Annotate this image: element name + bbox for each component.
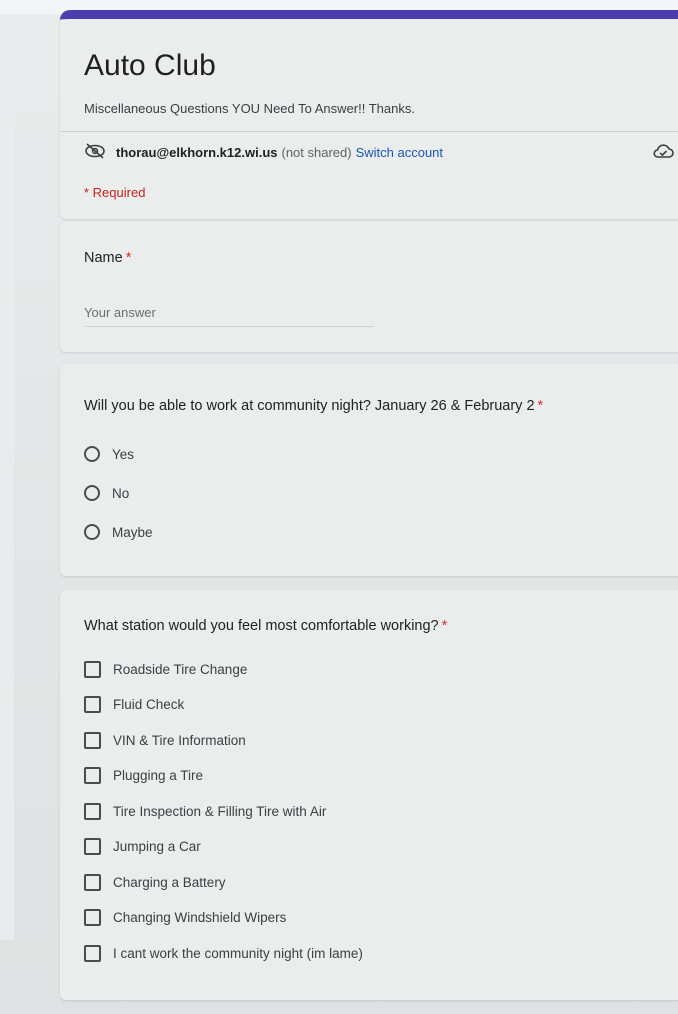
question-card-availability: Will you be able to work at community ni… [60,364,678,576]
question-title-name: Name * [84,250,131,266]
option-label: I cant work the community night (im lame… [113,946,363,961]
radio-button[interactable] [84,446,100,462]
required-star: * [441,618,448,634]
option-label: VIN & Tire Information [113,733,246,748]
required-star: * [537,398,544,414]
checkbox[interactable] [84,767,101,784]
form-header-card: Auto Club Miscellaneous Questions YOU Ne… [60,10,678,219]
option-label: Fluid Check [113,697,185,712]
checkbox-option-tire-inspection[interactable]: Tire Inspection & Filling Tire with Air [84,803,326,820]
required-star: * [125,250,132,266]
name-input[interactable] [84,298,374,327]
checkbox-option-charging-battery[interactable]: Charging a Battery [84,874,226,891]
account-row: thorau@elkhorn.k12.wi.us (not shared) Sw… [84,143,443,162]
form-description: Miscellaneous Questions YOU Need To Answ… [84,101,415,116]
checkbox-option-roadside-tire-change[interactable]: Roadside Tire Change [84,661,247,678]
option-label: Roadside Tire Change [113,662,248,677]
option-label: Charging a Battery [113,875,226,890]
radio-button[interactable] [84,524,100,540]
checkbox[interactable] [84,732,101,749]
option-label: No [112,485,130,501]
radio-option-maybe[interactable]: Maybe [84,524,153,540]
question-label: Name [84,250,123,266]
option-label: Jumping a Car [113,839,201,854]
checkbox[interactable] [84,838,101,855]
question-label: Will you be able to work at community ni… [84,398,535,414]
question-title-availability: Will you be able to work at community ni… [84,398,543,414]
checkbox[interactable] [84,661,101,678]
checkbox[interactable] [84,803,101,820]
checkbox-option-cant-work[interactable]: I cant work the community night (im lame… [84,945,363,962]
not-shared-label: (not shared) [281,145,352,160]
checkbox-option-windshield-wipers[interactable]: Changing Windshield Wipers [84,909,286,926]
option-label: Yes [112,446,135,462]
option-label: Maybe [112,524,153,540]
checkbox[interactable] [84,945,101,962]
option-label: Plugging a Tire [113,768,204,783]
question-title-station: What station would you feel most comfort… [84,618,447,634]
switch-account-link[interactable]: Switch account [356,145,443,160]
radio-option-yes[interactable]: Yes [84,446,134,462]
cloud-icon [652,143,674,166]
question-card-name: Name * [60,222,678,352]
eye-off-icon [84,143,106,162]
question-card-station: What station would you feel most comfort… [60,590,678,1000]
header-divider [60,131,678,132]
question-label: What station would you feel most comfort… [84,618,439,634]
checkbox[interactable] [84,696,101,713]
form-title: Auto Club [84,49,216,82]
checkbox-option-vin-tire-info[interactable]: VIN & Tire Information [84,732,246,749]
screen-bezel-left [0,60,14,940]
radio-option-no[interactable]: No [84,485,129,501]
checkbox-option-fluid-check[interactable]: Fluid Check [84,696,184,713]
option-label: Changing Windshield Wipers [113,910,287,925]
required-note: * Required [84,185,146,200]
checkbox-option-plugging-tire[interactable]: Plugging a Tire [84,767,203,784]
checkbox[interactable] [84,874,101,891]
radio-button[interactable] [84,485,100,501]
checkbox-option-jumping-car[interactable]: Jumping a Car [84,838,201,855]
account-email: thorau@elkhorn.k12.wi.us [116,145,278,160]
checkbox[interactable] [84,909,101,926]
option-label: Tire Inspection & Filling Tire with Air [113,804,327,819]
